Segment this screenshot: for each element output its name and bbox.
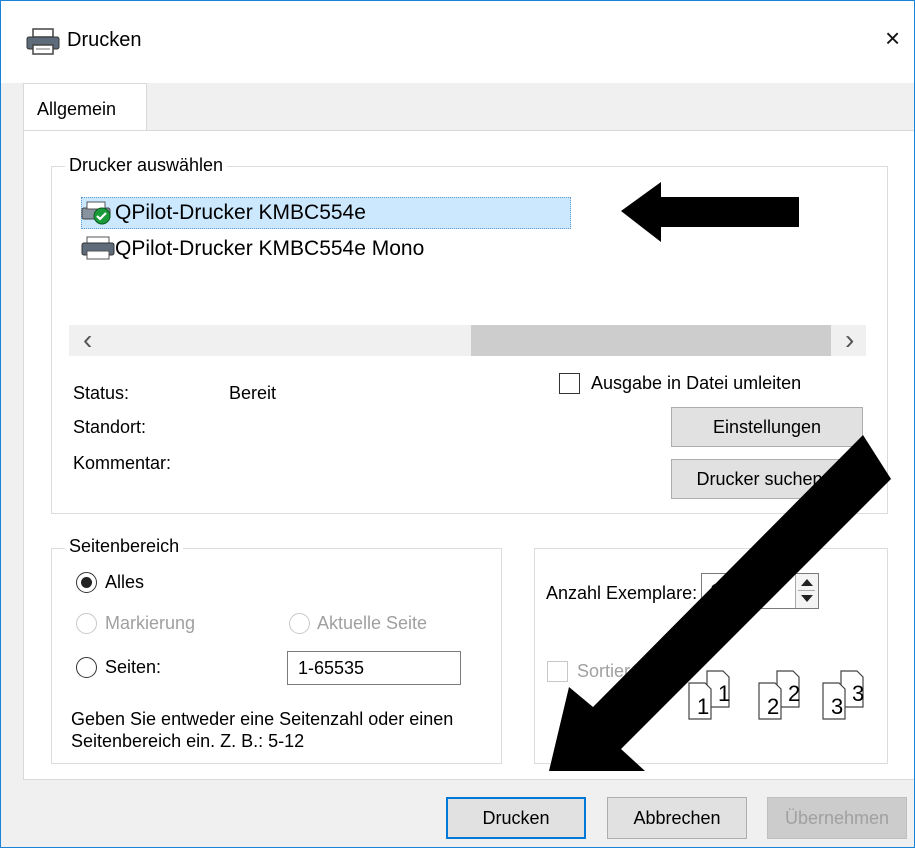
page-range-hint: Geben Sie entweder eine Seitenzahl oder …: [71, 709, 454, 751]
copies-label: Anzahl Exemplare:: [546, 583, 698, 603]
collate-page-3-back: 3: [852, 681, 865, 706]
collate-checkbox[interactable]: [547, 661, 568, 682]
print-dialog: Drucken × Allgemein Drucker auswählen QP…: [0, 0, 915, 848]
print-to-file-label[interactable]: Ausgabe in Datei umleiten: [591, 373, 801, 394]
settings-button-label: Einstellungen: [712, 417, 822, 437]
radio-all[interactable]: [76, 572, 97, 593]
radio-selection[interactable]: [76, 613, 97, 634]
print-to-file-checkbox[interactable]: [559, 373, 580, 394]
scroll-left-icon[interactable]: ‹: [83, 325, 92, 355]
cancel-button[interactable]: Abbrechen: [607, 797, 747, 839]
page-range-legend: Seitenbereich: [65, 536, 184, 557]
radio-current-page-label[interactable]: Aktuelle Seite: [317, 613, 427, 634]
print-button[interactable]: Drucken: [446, 797, 586, 839]
location-label: Standort:: [73, 417, 147, 437]
tab-label: Allgemein: [37, 99, 117, 119]
printer-item-kmbc554e[interactable]: QPilot-Drucker KMBC554e: [115, 201, 366, 225]
printer-default-check-icon[interactable]: [81, 200, 115, 226]
settings-button[interactable]: Einstellungen: [671, 407, 863, 447]
collate-pages-icon: [688, 670, 864, 720]
radio-current-page[interactable]: [289, 613, 310, 634]
pages-input[interactable]: 1-65535: [287, 651, 461, 685]
print-button-label: Drucken: [482, 808, 550, 828]
copies-spinner[interactable]: [795, 574, 818, 608]
printer-group-legend: Drucker auswählen: [65, 155, 228, 176]
copies-input-value: 1: [710, 581, 721, 601]
find-printer-button-label: Drucker suchen...: [696, 469, 838, 489]
collate-page-3-front: 3: [831, 694, 844, 719]
printer-item-kmbc554e-mono[interactable]: QPilot-Drucker KMBC554e Mono: [115, 237, 424, 261]
tab-allgemein[interactable]: Allgemein: [23, 83, 147, 131]
radio-all-label[interactable]: Alles: [105, 572, 144, 593]
apply-button-label: Übernehmen: [784, 808, 890, 828]
scroll-right-icon[interactable]: ›: [845, 325, 854, 355]
apply-button[interactable]: Übernehmen: [767, 797, 907, 839]
collate-label[interactable]: Sortieren: [577, 661, 650, 682]
close-button[interactable]: ×: [885, 25, 900, 51]
title-bar: Drucken ×: [1, 1, 914, 83]
spin-up-icon[interactable]: [801, 579, 813, 586]
status-label: Status:: [73, 383, 130, 403]
pages-input-value: 1-65535: [298, 658, 365, 678]
printer-list-scrollbar[interactable]: ‹ ›: [69, 325, 866, 356]
comment-label: Kommentar:: [73, 453, 172, 473]
window-title: Drucken: [67, 29, 142, 51]
radio-pages-label[interactable]: Seiten:: [105, 657, 161, 678]
printer-icon: [26, 28, 60, 55]
collate-page-2-front: 2: [767, 694, 780, 719]
copies-input[interactable]: 1: [701, 573, 819, 609]
cancel-button-label: Abbrechen: [633, 808, 721, 828]
collate-page-2-back: 2: [788, 681, 801, 706]
printer-icon[interactable]: [81, 235, 115, 261]
collate-page-1-front: 1: [697, 694, 710, 719]
radio-pages[interactable]: [76, 657, 97, 678]
status-value: Bereit: [229, 383, 277, 403]
find-printer-button[interactable]: Drucker suchen...: [671, 459, 863, 499]
collate-page-1-back: 1: [718, 681, 731, 706]
scrollbar-thumb[interactable]: [471, 325, 831, 356]
spin-down-icon[interactable]: [801, 595, 813, 602]
radio-selection-label[interactable]: Markierung: [105, 613, 195, 634]
radio-dot: [81, 577, 92, 588]
